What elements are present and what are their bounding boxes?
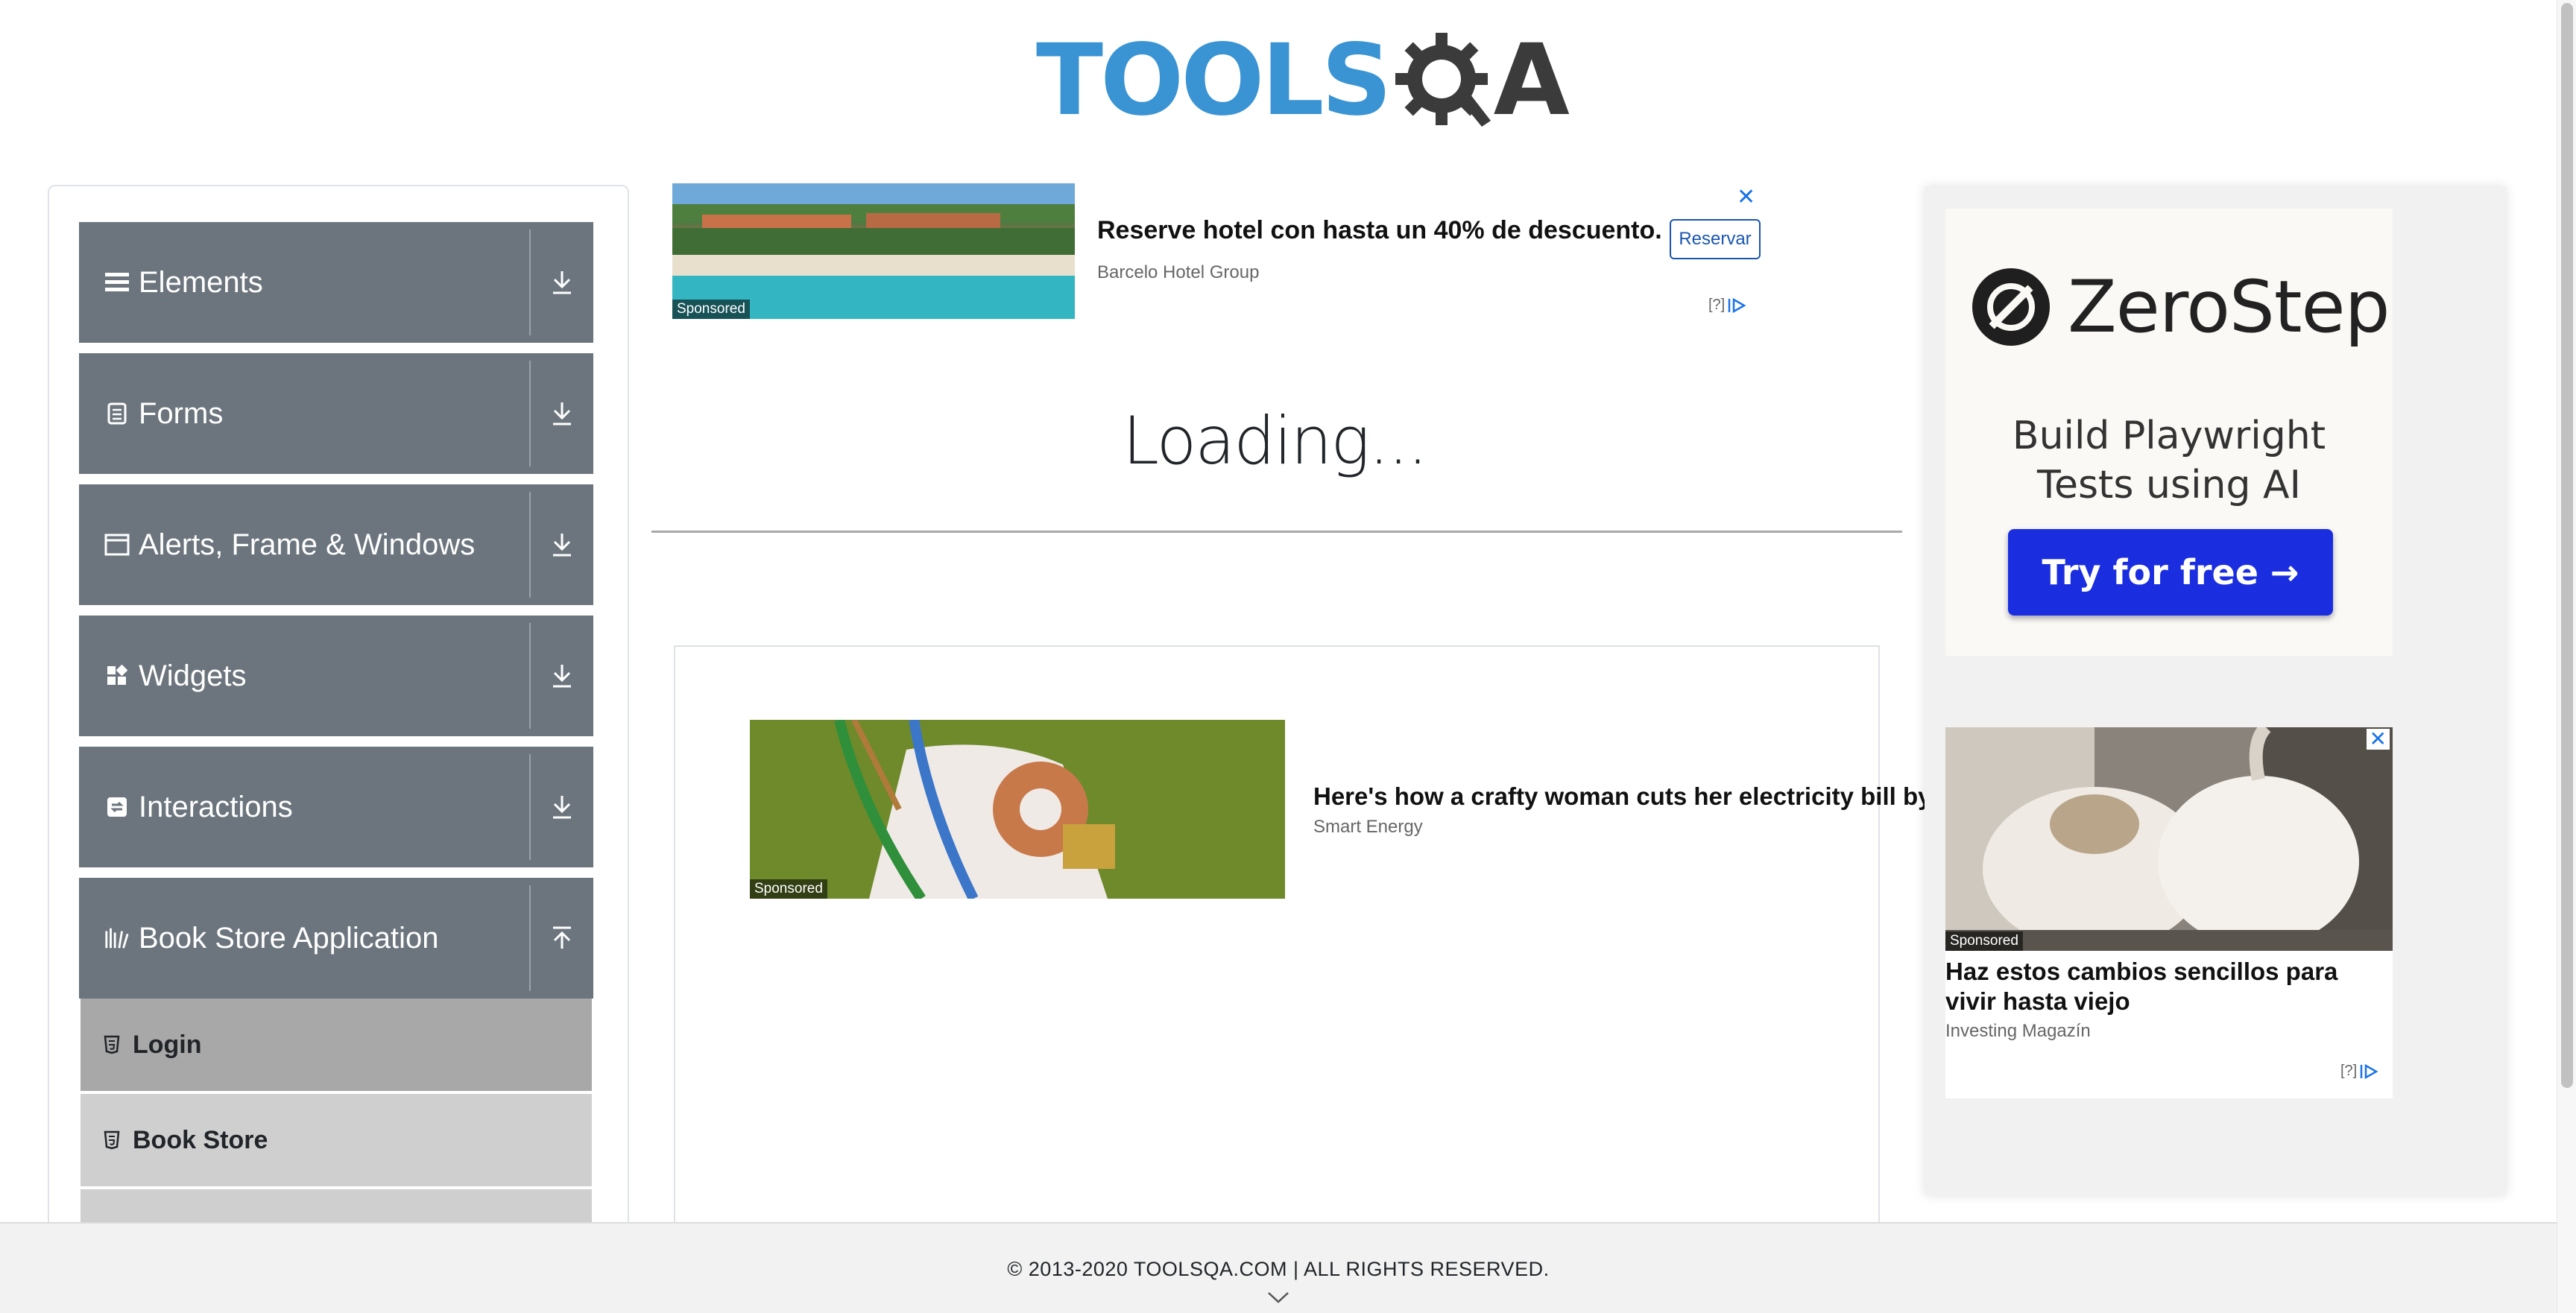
download-arrow-icon[interactable] [531,747,593,867]
sidebar-item-label: Book Store [133,1125,268,1154]
zerostep-icon [1972,268,2050,346]
zerostep-tagline: Build Playwright Tests using AI [1945,411,2393,510]
logo-a: A [1493,23,1570,138]
ad-title[interactable]: Here's how a crafty woman cuts her elect… [1313,782,1928,811]
sidebar-group-alerts[interactable]: Alerts, Frame & Windows [79,484,593,605]
download-arrow-icon[interactable] [531,616,593,736]
right-ad-column: ZeroStep Build Playwright Tests using AI… [1925,186,2506,1195]
sidebar-item-book-store[interactable]: Book Store [80,1094,592,1186]
hamburger-icon [104,270,130,295]
zerostep-ad[interactable]: ZeroStep Build Playwright Tests using AI… [1945,209,2393,656]
download-arrow-icon[interactable] [531,353,593,474]
html5-icon [103,1034,121,1055]
footer: © 2013-2020 TOOLSQA.COM | ALL RIGHTS RES… [0,1222,2557,1313]
hotel-ad[interactable]: Sponsored Reserve hotel con hasta un 40%… [672,183,1761,320]
zerostep-name: ZeroStep [2068,265,2390,349]
sidebar-group-interactions[interactable]: Interactions [79,747,593,867]
ad-source: Barcelo Hotel Group [1097,262,1260,282]
hotel-ad-image[interactable]: Sponsored [672,183,1075,319]
sponsored-label: Sponsored [1945,931,2023,951]
sidebar-group-forms[interactable]: Forms [79,353,593,474]
window-icon [104,532,130,557]
loading-text: Loading... [1122,402,1428,479]
electricity-ad-image[interactable]: Sponsored [750,720,1285,899]
html5-icon [103,1130,121,1151]
ad-source: Smart Energy [1313,817,1423,837]
copyright-text: © 2013-2020 TOOLSQA.COM | ALL RIGHTS RES… [1007,1258,1550,1280]
download-arrow-icon[interactable] [531,222,593,343]
tagline-line: Tests using AI [2037,463,2301,507]
adchoices-icon [1729,297,1746,313]
sidebar-group-widgets[interactable]: Widgets [79,616,593,736]
logo-text: TOOLS [1036,23,1392,138]
sponsored-label: Sponsored [750,879,827,899]
sidebar-group-label: Interactions [139,790,293,823]
ad-title[interactable]: Reserve hotel con hasta un 40% de descue… [1097,216,1662,245]
try-for-free-button[interactable]: Try for free → [2008,529,2333,616]
chevron-down-icon[interactable] [1267,1291,1289,1308]
zerostep-logo[interactable]: ZeroStep [1971,265,2390,349]
adchoices[interactable]: [?] [1708,297,1747,314]
sidebar-item-label: Login [133,1030,202,1059]
reservar-button[interactable]: Reservar [1670,219,1761,259]
vertical-scrollbar[interactable] [2557,0,2576,1313]
gear-q-icon [1394,28,1498,133]
interactions-icon [104,794,130,820]
sidebar-group-label: Widgets [139,659,247,692]
adchoices-help: [?] [2340,1063,2358,1079]
form-icon [104,401,130,426]
ad-source: Investing Magazín [1945,1021,2091,1041]
adchoices-help: [?] [1708,297,1726,313]
sponsored-label: Sponsored [672,300,750,319]
upload-arrow-icon[interactable] [531,878,593,999]
sidebar-group-label: Alerts, Frame & Windows [139,528,476,561]
adchoices[interactable]: [?] [2340,1063,2379,1080]
garlic-ad[interactable]: Sponsored ✕ Haz estos cambios sencillos … [1945,727,2393,1098]
download-arrow-icon[interactable] [531,484,593,605]
sidebar-item-login[interactable]: Login [80,999,592,1091]
scrollbar-thumb[interactable] [2561,3,2573,1088]
close-icon[interactable]: ✕ [1737,186,1755,209]
books-icon [104,926,130,951]
sidebar-group-label: Forms [139,396,224,430]
sidebar-group-book-store[interactable]: Book Store Application [79,878,593,999]
close-icon[interactable]: ✕ [2366,729,2390,750]
tagline-line: Build Playwright [2012,414,2326,458]
page: TOOLS A Elements Forms Alerts, Frame & W… [0,0,2576,1313]
sidebar-group-label: Book Store Application [139,921,439,955]
ad-title[interactable]: Haz estos cambios sencillos para vivir h… [1945,957,2393,1016]
garlic-ad-image[interactable]: Sponsored ✕ [1945,727,2393,951]
sidebar-group-elements[interactable]: Elements [79,222,593,343]
adchoices-icon [2361,1063,2378,1079]
divider [651,531,1902,533]
toolsqa-logo[interactable]: TOOLS A [1036,21,1570,140]
widgets-icon [104,663,130,689]
sidebar-group-label: Elements [139,265,263,299]
